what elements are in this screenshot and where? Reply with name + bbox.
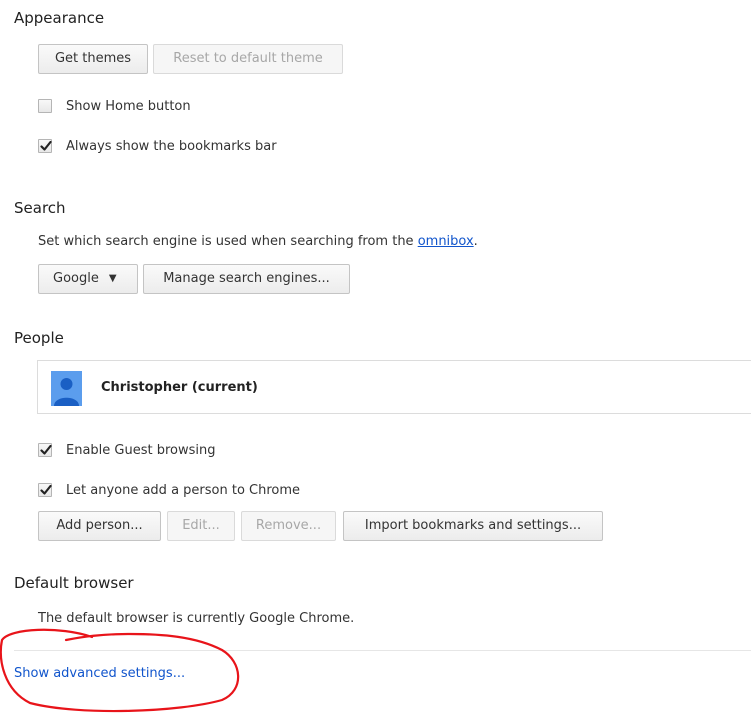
people-heading: People <box>14 329 64 347</box>
checkmark-icon <box>40 140 52 151</box>
profile-name[interactable]: Christopher (current) <box>101 380 258 395</box>
default-browser-heading: Default browser <box>14 574 134 592</box>
anyone-add-checkbox[interactable] <box>38 483 52 497</box>
search-description: Set which search engine is used when sea… <box>38 234 478 249</box>
add-person-button[interactable]: Add person... <box>38 511 161 541</box>
show-home-row[interactable]: Show Home button <box>38 96 191 116</box>
show-home-label: Show Home button <box>66 98 191 114</box>
bookmarks-bar-label: Always show the bookmarks bar <box>66 138 277 154</box>
bookmarks-bar-row[interactable]: Always show the bookmarks bar <box>38 136 277 156</box>
search-description-end: . <box>473 234 478 249</box>
search-heading: Search <box>14 199 66 217</box>
guest-browsing-checkbox[interactable] <box>38 443 52 457</box>
omnibox-link[interactable]: omnibox <box>418 234 474 249</box>
bookmarks-bar-checkbox[interactable] <box>38 139 52 153</box>
appearance-heading: Appearance <box>14 9 105 27</box>
search-engine-select[interactable]: Google ▼ <box>38 264 138 294</box>
default-browser-status: The default browser is currently Google … <box>38 611 355 626</box>
search-description-text: Set which search engine is used when sea… <box>38 234 418 249</box>
anyone-add-row[interactable]: Let anyone add a person to Chrome <box>38 480 300 500</box>
guest-browsing-row[interactable]: Enable Guest browsing <box>38 440 216 460</box>
profile-list: Christopher (current) <box>37 360 751 414</box>
edit-person-button[interactable]: Edit... <box>167 511 235 541</box>
guest-browsing-label: Enable Guest browsing <box>66 442 216 458</box>
show-home-checkbox[interactable] <box>38 99 52 113</box>
remove-person-button[interactable]: Remove... <box>241 511 336 541</box>
import-bookmarks-button[interactable]: Import bookmarks and settings... <box>343 511 603 541</box>
checkmark-icon <box>40 484 52 495</box>
manage-search-engines-button[interactable]: Manage search engines... <box>143 264 350 294</box>
person-icon <box>54 378 79 406</box>
get-themes-button[interactable]: Get themes <box>38 44 148 74</box>
divider <box>14 650 751 651</box>
reset-theme-button[interactable]: Reset to default theme <box>153 44 343 74</box>
avatar <box>51 371 82 406</box>
anyone-add-label: Let anyone add a person to Chrome <box>66 482 301 498</box>
dropdown-arrow-icon: ▼ <box>108 273 117 284</box>
show-advanced-settings-link[interactable]: Show advanced settings... <box>14 666 185 681</box>
checkmark-icon <box>40 444 52 455</box>
search-engine-value: Google <box>53 271 99 286</box>
